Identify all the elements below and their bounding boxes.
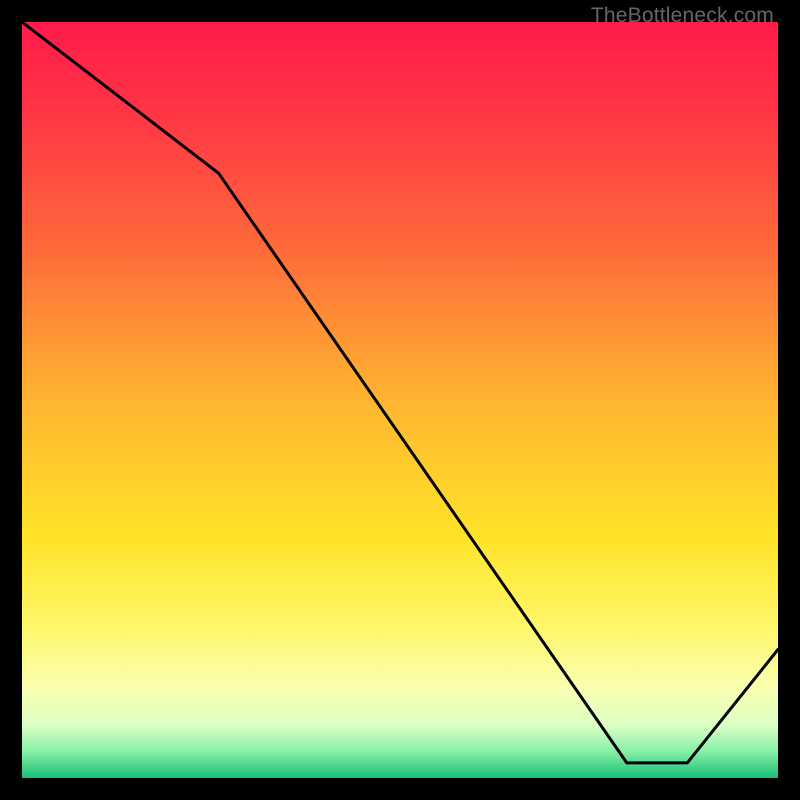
chart-frame xyxy=(22,22,778,778)
gradient-background xyxy=(22,22,778,778)
chart-plot xyxy=(22,22,778,778)
